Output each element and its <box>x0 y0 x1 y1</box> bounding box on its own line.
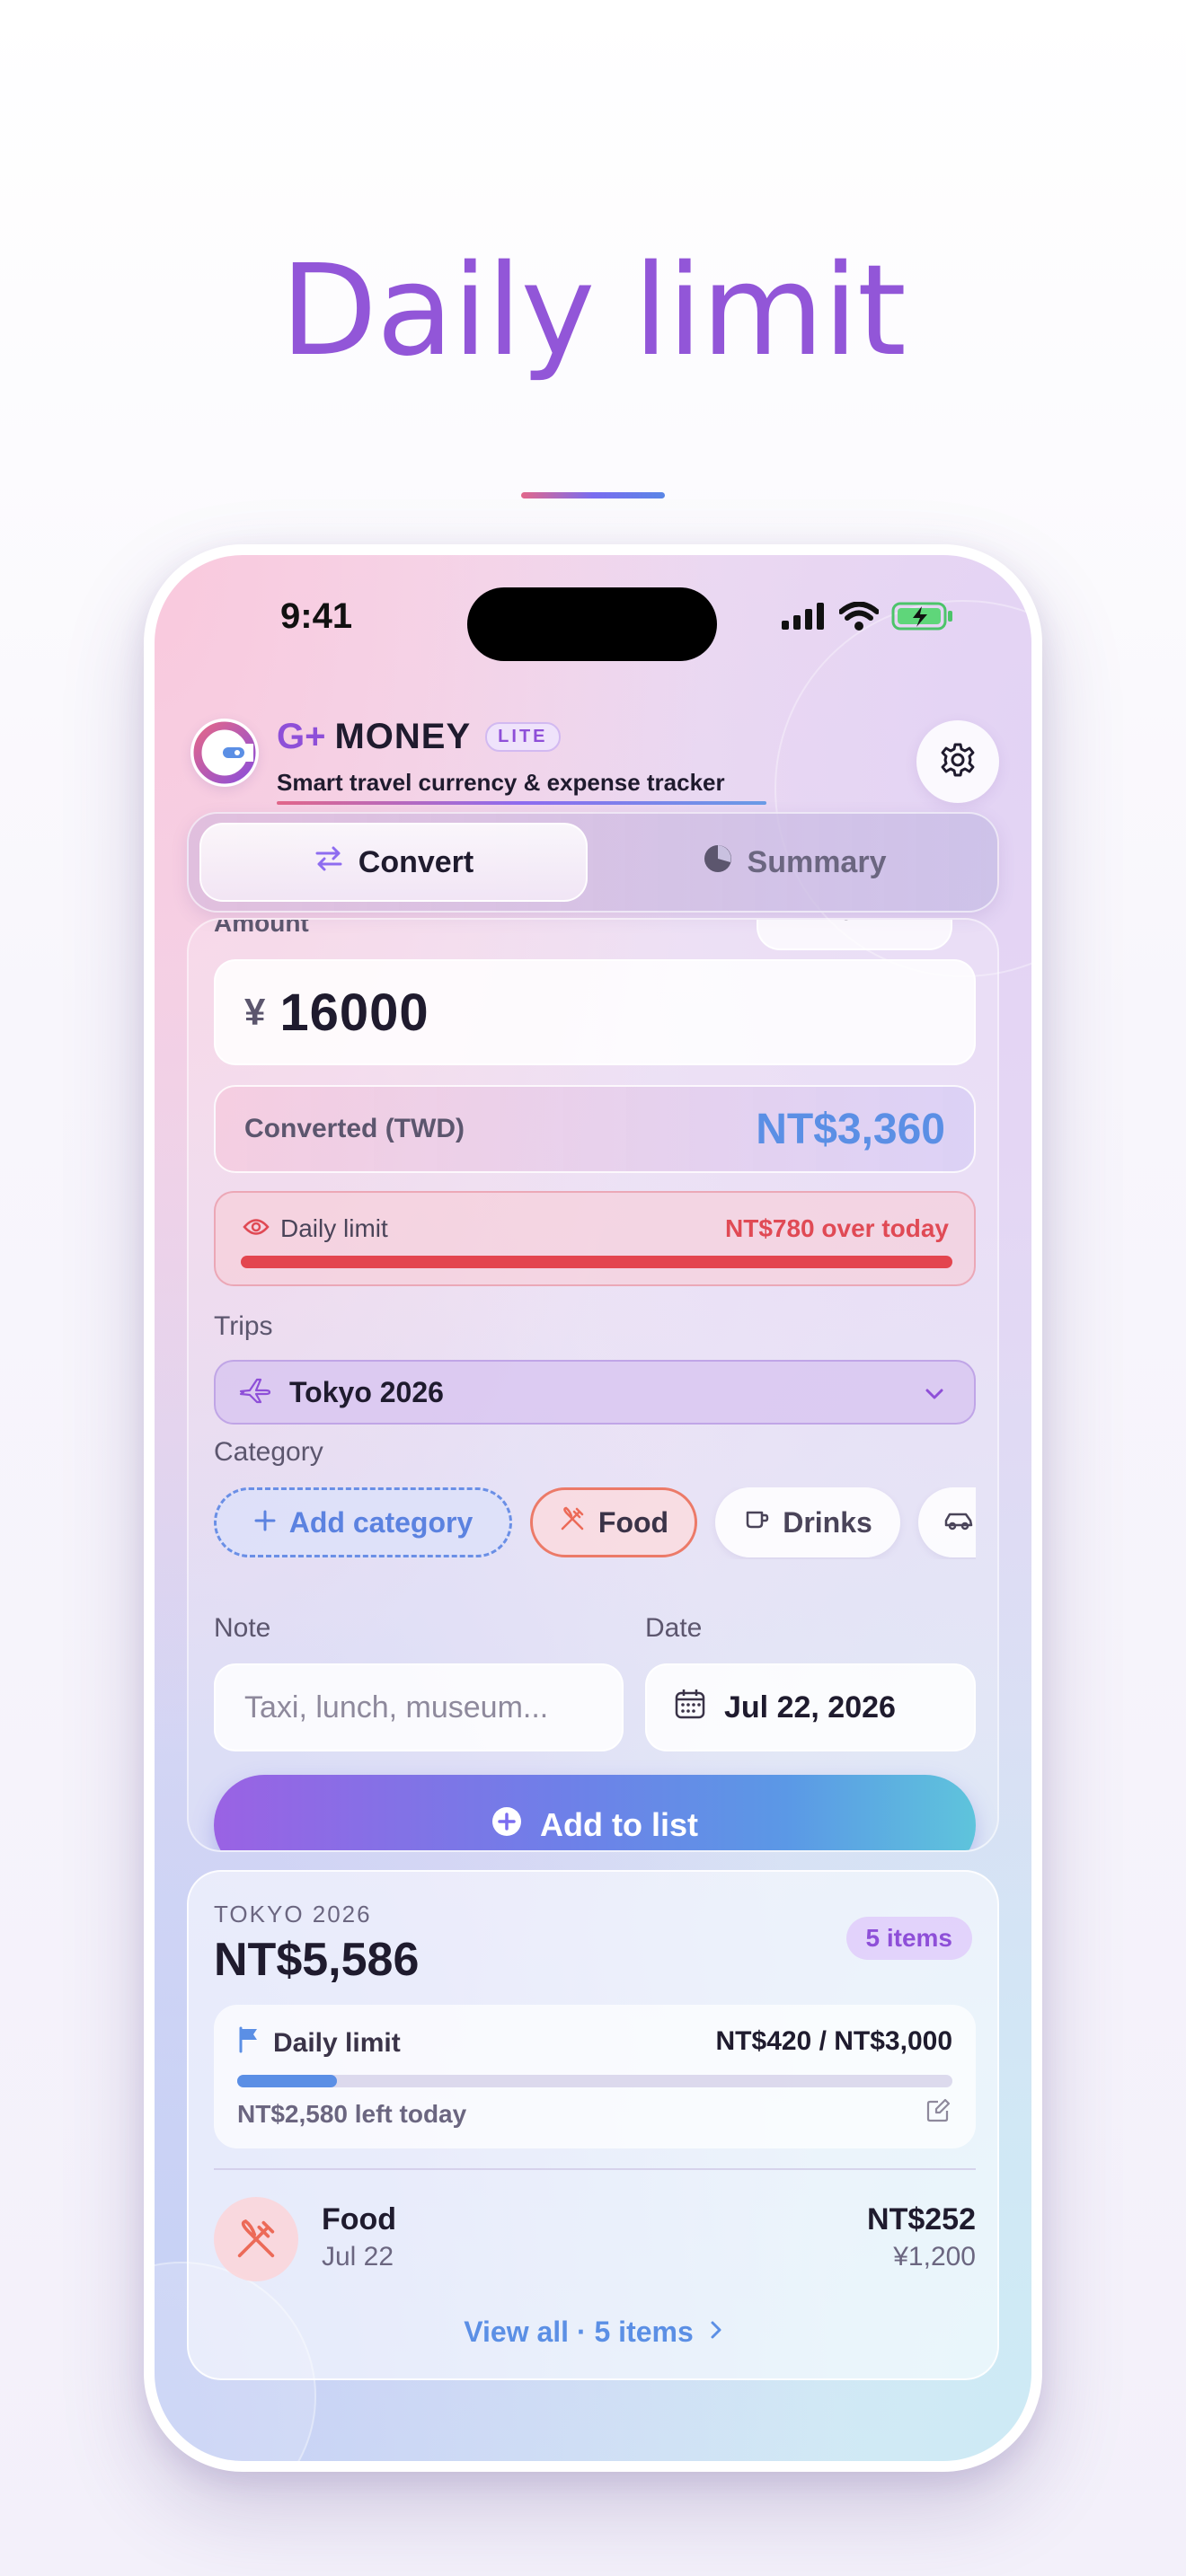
currency-selector[interactable]: JPY <box>757 920 952 950</box>
daily-limit-progress <box>237 2075 952 2087</box>
view-all-link[interactable]: View all · 5 items <box>189 2316 997 2349</box>
date-value: Jul 22, 2026 <box>724 1689 896 1725</box>
swap-icon <box>314 843 344 882</box>
amount-value: 16000 <box>279 983 429 1042</box>
date-label: Date <box>645 1613 703 1643</box>
app-screen: 9:41 G+ MONEY LITE Smart travel currency… <box>155 555 1031 2461</box>
amount-input[interactable]: ¥ 16000 <box>214 959 976 1065</box>
flag-icon <box>237 2026 261 2060</box>
brand-prefix: G+ <box>277 717 326 756</box>
note-label: Note <box>214 1613 271 1643</box>
add-to-list-label: Add to list <box>540 1806 698 1843</box>
status-time: 9:41 <box>280 596 353 636</box>
tab-convert-label: Convert <box>358 844 474 879</box>
trip-name: TOKYO 2026 <box>214 1901 372 1928</box>
daily-limit-panel: Daily limit NT$420 / NT$3,000 NT$2,580 l… <box>214 2005 976 2148</box>
converted-label: Converted (TWD) <box>244 1114 465 1143</box>
note-placeholder: Taxi, lunch, museum... <box>244 1689 549 1725</box>
daily-limit-panel-label: Daily limit <box>273 2028 401 2058</box>
dynamic-island <box>467 587 717 661</box>
hero-divider <box>521 492 665 498</box>
category-chip-transport[interactable] <box>918 1487 976 1557</box>
lite-badge: LITE <box>485 722 561 752</box>
tab-summary[interactable]: Summary <box>598 823 990 902</box>
daily-limit-usage: NT$420 / NT$3,000 <box>715 2026 952 2056</box>
daily-limit-warning-bar <box>241 1256 952 1268</box>
edit-icon[interactable] <box>925 2098 951 2128</box>
app-logo-icon <box>190 719 259 787</box>
car-icon <box>943 1506 974 1539</box>
expense-date: Jul 22 <box>322 2242 394 2272</box>
amount-label: Amount <box>214 918 309 937</box>
add-to-list-button[interactable]: Add to list <box>214 1775 976 1850</box>
chevron-right-icon <box>706 2316 726 2349</box>
daily-limit-warning-label: Daily limit <box>280 1214 388 1242</box>
view-all-label: View all · 5 items <box>464 2316 694 2348</box>
tab-switcher: Convert Summary <box>187 812 999 913</box>
converted-value: NT$3,360 <box>756 1105 945 1153</box>
add-category-button[interactable]: Add category <box>214 1487 512 1557</box>
currency-symbol: ¥ <box>244 991 266 1033</box>
eye-icon <box>243 1214 270 1243</box>
category-label: Category <box>214 1437 323 1467</box>
daily-limit-progress-fill <box>237 2075 338 2087</box>
category-chips: Add category Food Drinks <box>214 1487 976 1559</box>
date-picker[interactable]: Jul 22, 2026 <box>645 1663 976 1751</box>
expense-category: Food <box>322 2202 397 2236</box>
converter-card: Amount JPY ¥ 16000 Converted (TWD) NT$3,… <box>187 918 999 1852</box>
fork-knife-icon <box>559 1505 586 1539</box>
plus-circle-icon <box>491 1806 522 1845</box>
fork-knife-icon <box>214 2197 298 2281</box>
category-drinks-label: Drinks <box>783 1505 872 1539</box>
trip-selected: Tokyo 2026 <box>289 1375 444 1408</box>
tab-summary-label: Summary <box>747 844 887 879</box>
battery-charging-icon <box>891 602 954 635</box>
app-header: G+ MONEY LITE Smart travel currency & ex… <box>155 690 1031 816</box>
tagline-underline <box>277 801 766 805</box>
chevron-down-icon <box>922 1381 947 1411</box>
wifi-icon <box>838 601 880 635</box>
currency-code: JPY <box>839 920 890 927</box>
plus-icon <box>253 1506 277 1539</box>
airplane-icon <box>239 1377 271 1408</box>
trip-summary-card: TOKYO 2026 NT$5,586 5 items Daily limit … <box>187 1870 999 2380</box>
note-input[interactable]: Taxi, lunch, museum... <box>214 1663 624 1751</box>
category-chip-food[interactable]: Food <box>530 1487 697 1557</box>
signal-icon <box>782 603 827 634</box>
hero-title: Daily limit <box>280 238 907 384</box>
daily-limit-remaining: NT$2,580 left today <box>237 2100 467 2128</box>
settings-button[interactable] <box>916 720 999 803</box>
trip-selector[interactable]: Tokyo 2026 <box>214 1360 976 1425</box>
cup-icon <box>743 1505 770 1539</box>
add-category-label: Add category <box>288 1505 474 1539</box>
expense-amount: NT$252 <box>867 2202 976 2236</box>
expense-original-amount: ¥1,200 <box>893 2242 976 2272</box>
trips-label: Trips <box>214 1311 273 1341</box>
pie-chart-icon <box>703 843 733 882</box>
daily-limit-warning: Daily limit NT$780 over today <box>214 1191 976 1286</box>
divider <box>214 2168 976 2170</box>
trip-total: NT$5,586 <box>214 1934 420 1986</box>
daily-limit-over-text: NT$780 over today <box>725 1214 949 1242</box>
category-food-label: Food <box>597 1505 669 1539</box>
items-count-badge: 5 items <box>845 1917 972 1960</box>
calendar-icon <box>674 1688 706 1728</box>
gear-icon <box>940 742 976 782</box>
category-chip-drinks[interactable]: Drinks <box>715 1487 900 1557</box>
expense-row[interactable]: Food Jul 22 NT$252 ¥1,200 <box>214 2192 976 2290</box>
tagline: Smart travel currency & expense tracker <box>277 769 725 796</box>
phone-frame: 9:41 G+ MONEY LITE Smart travel currency… <box>144 544 1042 2472</box>
brand-name: MONEY <box>334 717 472 756</box>
tab-convert[interactable]: Convert <box>199 823 588 902</box>
status-bar: 9:41 <box>155 555 1031 690</box>
converted-amount: Converted (TWD) NT$3,360 <box>214 1085 976 1173</box>
